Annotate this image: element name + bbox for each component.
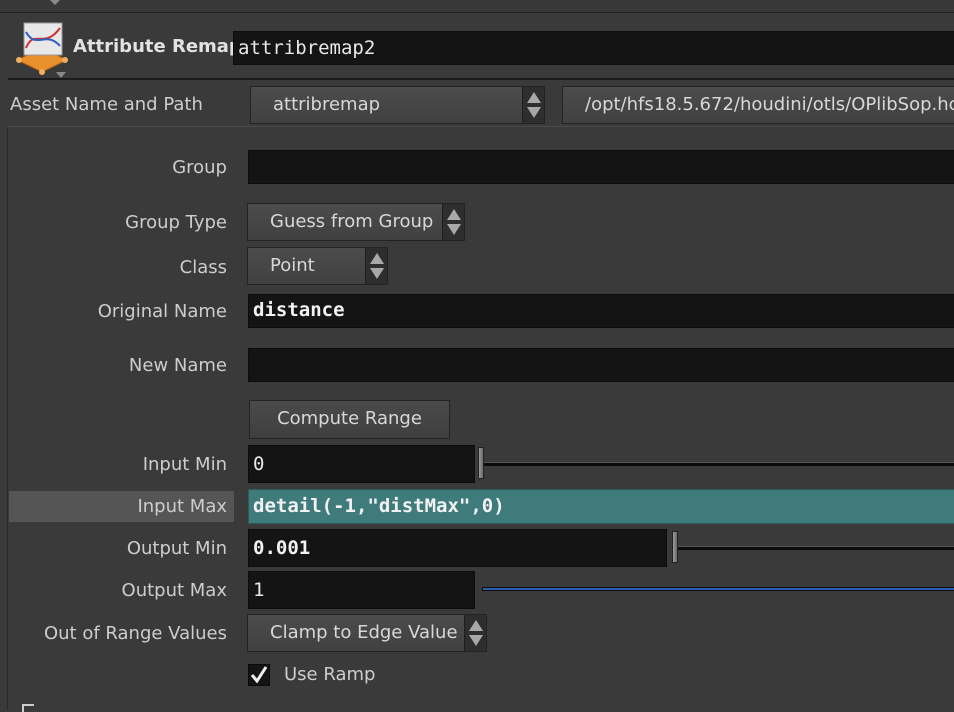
menu-arrows-icon xyxy=(522,87,544,123)
class-value: Point xyxy=(270,255,315,276)
original-name-field[interactable]: distance xyxy=(248,294,954,328)
node-type-label: Attribute Remap xyxy=(73,36,242,57)
menu-arrows-icon xyxy=(365,248,387,284)
new-name-field[interactable] xyxy=(248,348,954,382)
input-min-slider-handle[interactable] xyxy=(478,447,484,479)
output-max-label: Output Max xyxy=(121,580,227,601)
class-menu[interactable]: Point xyxy=(247,247,388,285)
panel-left-border xyxy=(7,127,8,710)
input-max-expression-field[interactable]: detail(-1,"distMax",0) xyxy=(248,489,954,524)
use-ramp-label: Use Ramp xyxy=(284,664,376,685)
new-name-label: New Name xyxy=(128,355,227,376)
compute-range-button[interactable]: Compute Range xyxy=(249,400,450,439)
output-min-label: Output Min xyxy=(126,538,227,559)
top-collapse-icon[interactable] xyxy=(50,0,60,5)
asset-name-value: attribremap xyxy=(273,94,381,115)
out-of-range-label: Out of Range Values xyxy=(43,623,227,644)
group-type-label: Group Type xyxy=(125,212,227,233)
out-of-range-menu[interactable]: Clamp to Edge Value xyxy=(247,614,487,652)
output-max-slider-track[interactable] xyxy=(482,587,954,591)
input-max-label: Input Max xyxy=(137,496,227,517)
asset-path-field[interactable]: /opt/hfs18.5.672/houdini/otls/OPlibSop.h… xyxy=(562,86,954,124)
asset-name-path-label: Asset Name and Path xyxy=(10,94,203,115)
group-type-menu[interactable]: Guess from Group xyxy=(247,203,465,241)
menu-arrows-icon xyxy=(464,615,486,651)
header-divider xyxy=(8,78,954,80)
original-name-label: Original Name xyxy=(97,301,227,322)
bottom-folder-partial xyxy=(22,704,34,712)
input-min-label: Input Min xyxy=(142,454,227,475)
asset-divider xyxy=(8,126,954,127)
input-min-field[interactable]: 0 xyxy=(248,445,475,483)
asset-name-menu[interactable]: attribremap xyxy=(250,86,545,124)
input-min-slider-track[interactable] xyxy=(482,462,954,466)
group-label: Group xyxy=(172,157,227,178)
output-min-slider-handle[interactable] xyxy=(672,531,678,563)
output-min-slider-track[interactable] xyxy=(676,546,954,550)
group-field[interactable] xyxy=(248,150,954,184)
output-max-field[interactable]: 1 xyxy=(248,571,475,609)
group-type-value: Guess from Group xyxy=(270,211,434,232)
menu-arrows-icon xyxy=(442,204,464,240)
node-name-field[interactable]: attribremap2 xyxy=(233,31,954,65)
out-of-range-value: Clamp to Edge Value xyxy=(270,622,458,643)
output-min-field[interactable]: 0.001 xyxy=(248,529,667,567)
class-label: Class xyxy=(179,257,227,278)
top-divider xyxy=(0,0,954,13)
node-icon xyxy=(14,20,70,78)
use-ramp-checkbox[interactable] xyxy=(248,664,270,686)
asset-path-value: /opt/hfs18.5.672/houdini/otls/OPlibSop.h… xyxy=(585,94,954,115)
checkmark-icon xyxy=(250,666,268,684)
